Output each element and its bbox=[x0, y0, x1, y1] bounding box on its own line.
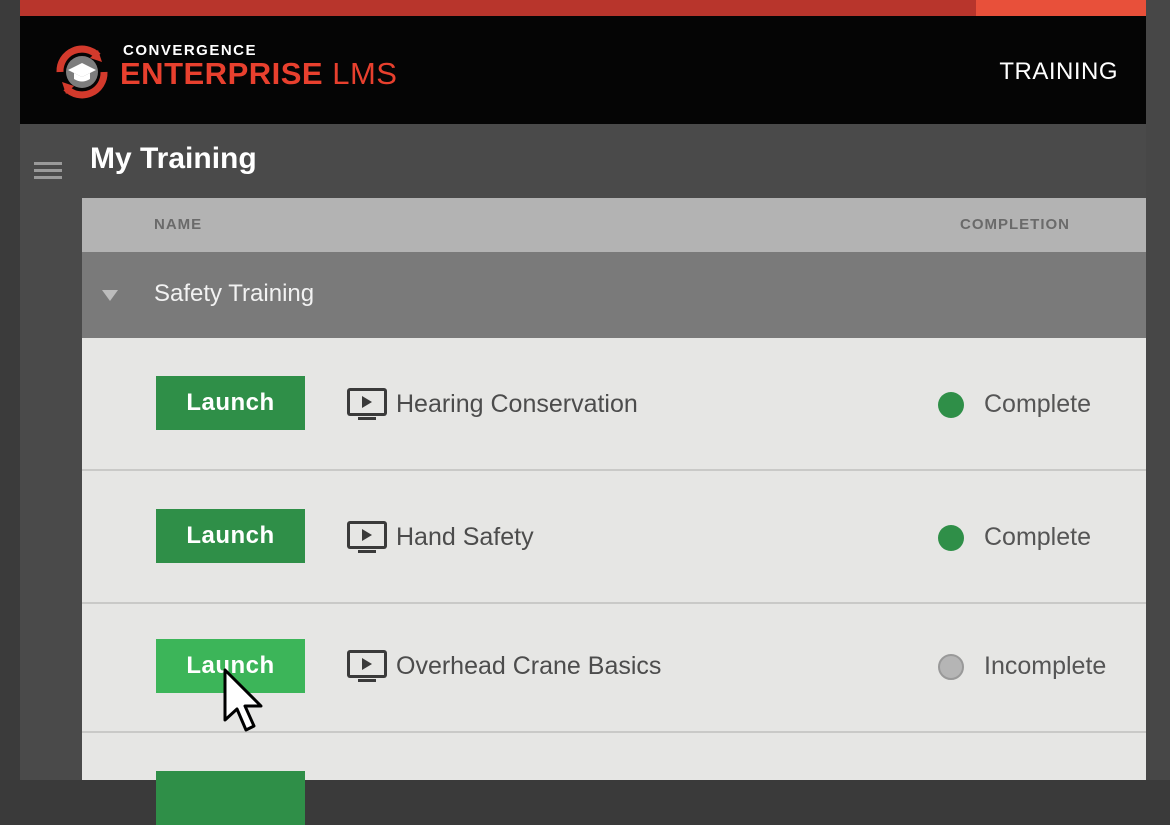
group-header-safety-training[interactable]: Safety Training bbox=[82, 252, 1146, 338]
brand-title: ENTERPRISE LMS bbox=[120, 56, 397, 92]
table-row: Launch Hand Safety Complete bbox=[82, 471, 1146, 604]
table-row: Launch Hearing Conservation Complete bbox=[82, 338, 1146, 471]
completion-status: Complete bbox=[984, 390, 1091, 418]
mouse-pointer-icon bbox=[223, 668, 263, 732]
table-row bbox=[82, 733, 1146, 825]
sidebar bbox=[20, 124, 82, 780]
video-icon bbox=[347, 521, 387, 553]
app-window: CONVERGENCE ENTERPRISE LMS TRAINING My T… bbox=[0, 0, 1170, 825]
group-label: Safety Training bbox=[154, 280, 315, 307]
title-bar: My Training bbox=[82, 124, 1146, 198]
column-header-name: NAME bbox=[154, 216, 203, 233]
triangle-down-icon[interactable] bbox=[102, 290, 118, 301]
brand-main: ENTERPRISE bbox=[120, 56, 324, 91]
table-header: NAME COMPLETION bbox=[82, 198, 1146, 252]
accent-bar bbox=[20, 0, 1146, 16]
top-navbar: CONVERGENCE ENTERPRISE LMS TRAINING bbox=[20, 16, 1146, 124]
window-edge bbox=[1146, 0, 1170, 780]
accent-bar-highlight bbox=[976, 0, 1146, 16]
course-title: Overhead Crane Basics bbox=[396, 652, 662, 680]
video-icon bbox=[347, 388, 387, 420]
completion-status: Incomplete bbox=[984, 652, 1107, 680]
status-dot bbox=[938, 525, 964, 551]
launch-button[interactable]: Launch bbox=[156, 509, 305, 563]
graduation-cap-logo-icon bbox=[56, 45, 108, 99]
hamburger-icon[interactable] bbox=[34, 162, 62, 180]
launch-button[interactable]: Launch bbox=[156, 376, 305, 430]
status-dot bbox=[938, 392, 964, 418]
course-title: Hand Safety bbox=[396, 523, 534, 551]
column-header-completion: COMPLETION bbox=[960, 216, 1070, 233]
course-title: Hearing Conservation bbox=[396, 390, 638, 418]
launch-button[interactable] bbox=[156, 771, 305, 825]
status-dot bbox=[938, 654, 964, 680]
nav-training-link[interactable]: TRAINING bbox=[999, 58, 1118, 86]
brand-suffix: LMS bbox=[332, 56, 398, 91]
page-title: My Training bbox=[90, 142, 257, 175]
completion-status: Complete bbox=[984, 523, 1091, 551]
video-icon bbox=[347, 650, 387, 682]
